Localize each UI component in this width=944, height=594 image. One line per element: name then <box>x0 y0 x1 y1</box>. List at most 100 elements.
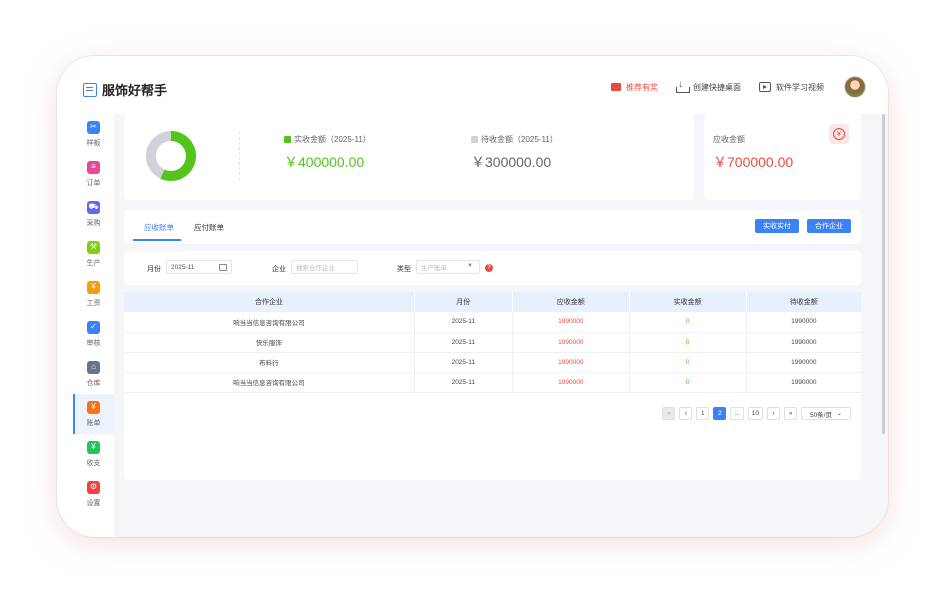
table-cell: 1990000 <box>746 332 861 353</box>
tutorial-video-label: 软件学习视频 <box>776 82 824 92</box>
sidebar-item[interactable]: ¥ 账单 <box>73 394 114 434</box>
page-button-1[interactable]: 1 <box>696 407 710 420</box>
divider <box>239 132 240 180</box>
sidebar-item[interactable]: ¥ 工资 <box>73 274 114 314</box>
received-legend-dot <box>284 136 291 143</box>
main-content: 实收金额（2025-11） ￥400000.00 待收金额（2025-11） ￥… <box>114 114 888 537</box>
sidebar-item[interactable]: ✂ 样板 <box>73 114 114 154</box>
last-page-button[interactable]: » <box>784 407 797 420</box>
pagination: « ‹ 1 2 ... 10 › » 50条/页 ⌄ <box>662 407 851 420</box>
yuan-icon: ¥ <box>829 124 849 144</box>
chevron-down-icon: ▼ <box>467 263 473 269</box>
table-row[interactable]: 响当当信息咨询有限公司 2025-11 1990000 0 1990000 <box>124 372 861 393</box>
page-size-select[interactable]: 50条/页 ⌄ <box>801 407 851 420</box>
avatar[interactable] <box>844 76 866 98</box>
summary-card: 实收金额（2025-11） ￥400000.00 待收金额（2025-11） ￥… <box>124 114 694 200</box>
sidebar-item[interactable]: ≡ 订单 <box>73 154 114 194</box>
referral-label: 推荐有奖 <box>626 82 658 92</box>
cart-icon: ⛟ <box>87 200 100 214</box>
table-cell: 2025-11 <box>414 372 513 393</box>
scissors-icon: ✂ <box>87 120 100 134</box>
page-button-2[interactable]: 2 <box>713 407 727 420</box>
received-actual-button[interactable]: 实收实付 <box>755 219 799 233</box>
sidebar: ✂ 样板 ≡ 订单 ⛟ 采购 ⚒ 生产 ¥ 工资 ✓ 审核 ⌂ 仓库 ¥ 账单 ¥ 收支 ⚙ 设置 <box>73 114 114 537</box>
table-header-row: 合作企业 月份 应收金额 实收金额 待收金额 <box>124 292 861 312</box>
table-cell: 2025-11 <box>414 312 513 333</box>
production-icon: ⚒ <box>87 240 100 254</box>
table-cell: 布料行 <box>124 352 415 373</box>
referral-button[interactable]: 推荐有奖 <box>611 82 658 93</box>
app-window: 服饰好帮手 推荐有奖 创建快捷桌面 软件学习视频 ✂ 样板 ≡ 订单 ⛟ 采购 ⚒ 生产 ¥ 工资… <box>57 56 888 537</box>
order-icon: ≡ <box>87 160 100 174</box>
pending-label: 待收金额（2025-11） <box>481 135 558 144</box>
sidebar-item[interactable]: ⌂ 仓库 <box>73 354 114 394</box>
receivable-label: 应收金额 <box>713 135 745 144</box>
table-row[interactable]: 快乐服饰 2025-11 1990000 0 1990000 <box>124 332 861 353</box>
column-header: 实收金额 <box>629 292 747 312</box>
sidebar-item[interactable]: ¥ 收支 <box>73 434 114 474</box>
sidebar-item-label: 生产 <box>86 259 101 267</box>
sidebar-item[interactable]: ⚒ 生产 <box>73 234 114 274</box>
top-actions: 推荐有奖 创建快捷桌面 软件学习视频 <box>593 76 866 98</box>
pending-value: ￥300000.00 <box>471 154 552 170</box>
vertical-scrollbar[interactable] <box>882 114 885 434</box>
sidebar-item[interactable]: ✓ 审核 <box>73 314 114 354</box>
bill-icon: ¥ <box>87 400 100 414</box>
bill-table: 合作企业 月份 应收金额 实收金额 待收金额 响当当信息咨询有限公司 2025-11 199… <box>124 292 861 393</box>
table-cell: 1990000 <box>512 312 630 333</box>
pending-stat: 待收金额（2025-11） ￥300000.00 <box>471 134 558 172</box>
table-row[interactable]: 响当当信息咨询有限公司 2025-11 1990000 0 1990000 <box>124 312 861 333</box>
company-search-input[interactable]: 搜索合作企业 <box>291 260 358 274</box>
column-header: 应收金额 <box>512 292 630 312</box>
sidebar-item-label: 收支 <box>86 459 101 467</box>
company-filter-label: 企业 <box>272 266 286 273</box>
filter-bar: 月份 2025-11 企业 搜索合作企业 类型 生产账单 ▼ ? <box>124 251 861 285</box>
sidebar-item-label: 账单 <box>86 419 101 427</box>
page-size-value: 50条/页 <box>809 411 832 419</box>
first-page-button[interactable]: « <box>662 407 676 420</box>
table-cell: 响当当信息咨询有限公司 <box>124 312 415 333</box>
video-icon <box>759 82 771 92</box>
help-icon[interactable]: ? <box>485 264 493 272</box>
calendar-icon <box>219 264 227 271</box>
type-filter-label: 类型 <box>397 266 411 273</box>
type-placeholder: 生产账单 <box>421 265 447 272</box>
chevron-down-icon: ⌄ <box>837 411 843 417</box>
bill-table-card: 合作企业 月份 应收金额 实收金额 待收金额 响当当信息咨询有限公司 2025-11 199… <box>124 292 861 480</box>
month-picker[interactable]: 2025-11 <box>166 260 232 274</box>
tab-receivable[interactable]: 应收账单 <box>144 222 174 233</box>
column-header: 合作企业 <box>124 292 415 312</box>
received-value: ￥400000.00 <box>284 154 365 170</box>
table-row[interactable]: 布料行 2025-11 1990000 0 1990000 <box>124 352 861 373</box>
table-cell: 1990000 <box>512 372 630 393</box>
sidebar-item-label: 设置 <box>86 499 101 507</box>
tutorial-video-button[interactable]: 软件学习视频 <box>759 82 824 93</box>
received-donut-chart <box>146 131 196 181</box>
sidebar-item-label: 订单 <box>86 179 101 187</box>
page-ellipsis: ... <box>730 407 744 420</box>
prev-page-button[interactable]: ‹ <box>679 407 693 420</box>
app-logo: 服饰好帮手 <box>83 80 167 99</box>
warehouse-icon: ⌂ <box>87 360 100 374</box>
logo-icon <box>83 82 97 97</box>
month-value: 2025-11 <box>171 263 195 271</box>
type-select[interactable]: 生产账单 ▼ <box>416 260 480 274</box>
sidebar-item-label: 工资 <box>86 299 101 307</box>
sidebar-item-label: 仓库 <box>86 379 101 387</box>
column-header: 月份 <box>414 292 513 312</box>
wage-icon: ¥ <box>87 280 100 294</box>
audit-icon: ✓ <box>87 320 100 334</box>
sidebar-item-label: 审核 <box>86 339 101 347</box>
download-icon <box>676 79 690 93</box>
settings-icon: ⚙ <box>87 480 100 494</box>
create-shortcut-button[interactable]: 创建快捷桌面 <box>676 79 741 93</box>
sidebar-item[interactable]: ⛟ 采购 <box>73 194 114 234</box>
next-page-button[interactable]: › <box>767 407 780 420</box>
received-label: 实收金额（2025-11） <box>294 135 371 144</box>
sidebar-item-label: 样板 <box>86 139 101 147</box>
table-body: 响当当信息咨询有限公司 2025-11 1990000 0 1990000 快乐服饰 202… <box>124 312 861 393</box>
sidebar-item[interactable]: ⚙ 设置 <box>73 474 114 514</box>
partner-button[interactable]: 合作企业 <box>807 219 851 233</box>
tab-payable[interactable]: 应付账单 <box>194 222 224 233</box>
page-button-10[interactable]: 10 <box>747 407 763 420</box>
